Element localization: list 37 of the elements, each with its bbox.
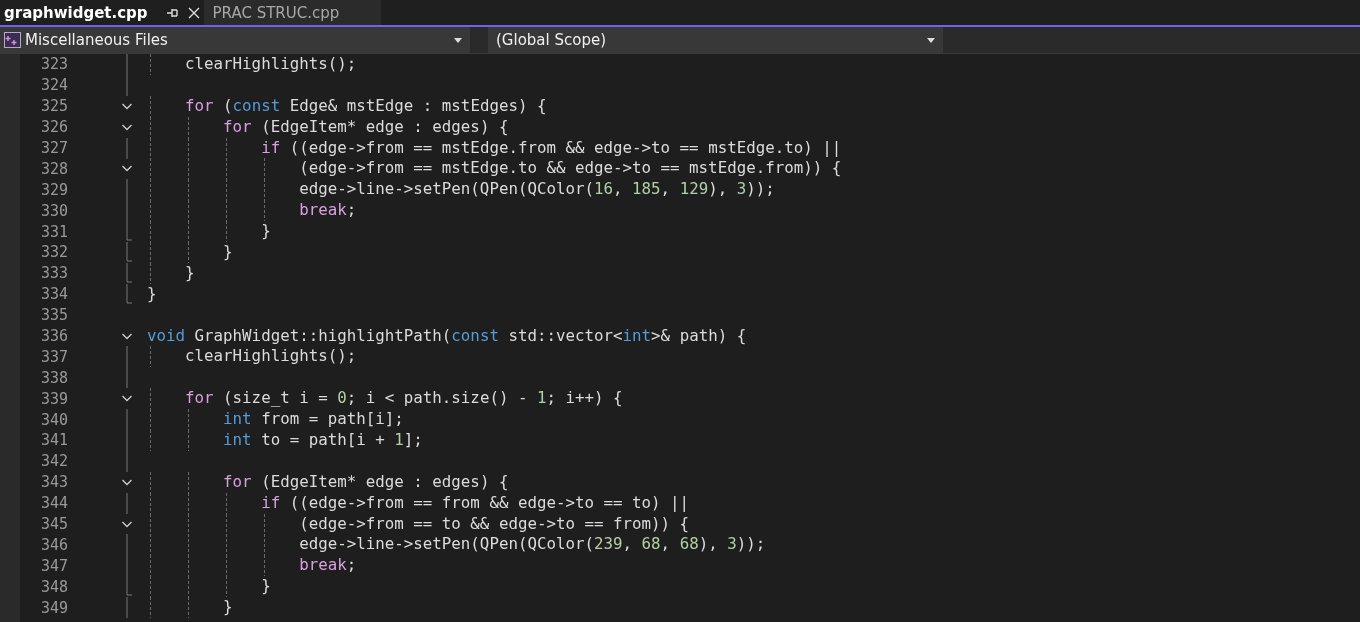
line-number: 325 (39, 97, 68, 116)
line-number: 349 (39, 598, 68, 617)
line-number: 329 (39, 180, 68, 199)
line-number: 337 (39, 347, 68, 366)
line-number: 343 (39, 473, 68, 492)
line-number: 347 (39, 556, 68, 575)
line-number: 340 (39, 410, 68, 429)
line-number: 342 (39, 452, 68, 471)
caret-icon (927, 37, 935, 43)
code-line: void GraphWidget::highlightPath(const std::vector<int>& path) { (147, 325, 747, 347)
line-number: 346 (39, 535, 68, 554)
line-number: 327 (39, 139, 68, 157)
code-line: } (147, 283, 157, 305)
pin-icon[interactable] (165, 6, 179, 19)
line-number: 331 (39, 222, 68, 241)
caret-icon (454, 37, 462, 43)
line-number: 333 (39, 264, 68, 283)
line-number: 336 (39, 327, 68, 345)
line-number: 323 (39, 55, 68, 74)
line-number: 348 (39, 577, 68, 596)
line-number: 344 (39, 494, 68, 513)
line-number: 339 (39, 389, 68, 408)
line-number: 328 (39, 159, 68, 178)
line-number: 330 (39, 201, 68, 220)
line-number: 326 (39, 118, 68, 137)
line-number: 341 (39, 431, 68, 450)
project-icon (4, 32, 21, 48)
line-number: 332 (39, 243, 68, 262)
line-number: 324 (39, 76, 68, 95)
file-tab[interactable]: PRAC STRUC.cpp (203, 0, 381, 25)
close-icon[interactable] (187, 6, 200, 19)
line-number: 345 (39, 515, 68, 534)
scope-dropdown[interactable]: (Global Scope) (488, 27, 943, 53)
project-dropdown[interactable]: Miscellaneous Files (0, 27, 470, 53)
line-number: 335 (39, 306, 68, 325)
line-number: 338 (39, 368, 68, 387)
line-number: 334 (39, 285, 68, 304)
